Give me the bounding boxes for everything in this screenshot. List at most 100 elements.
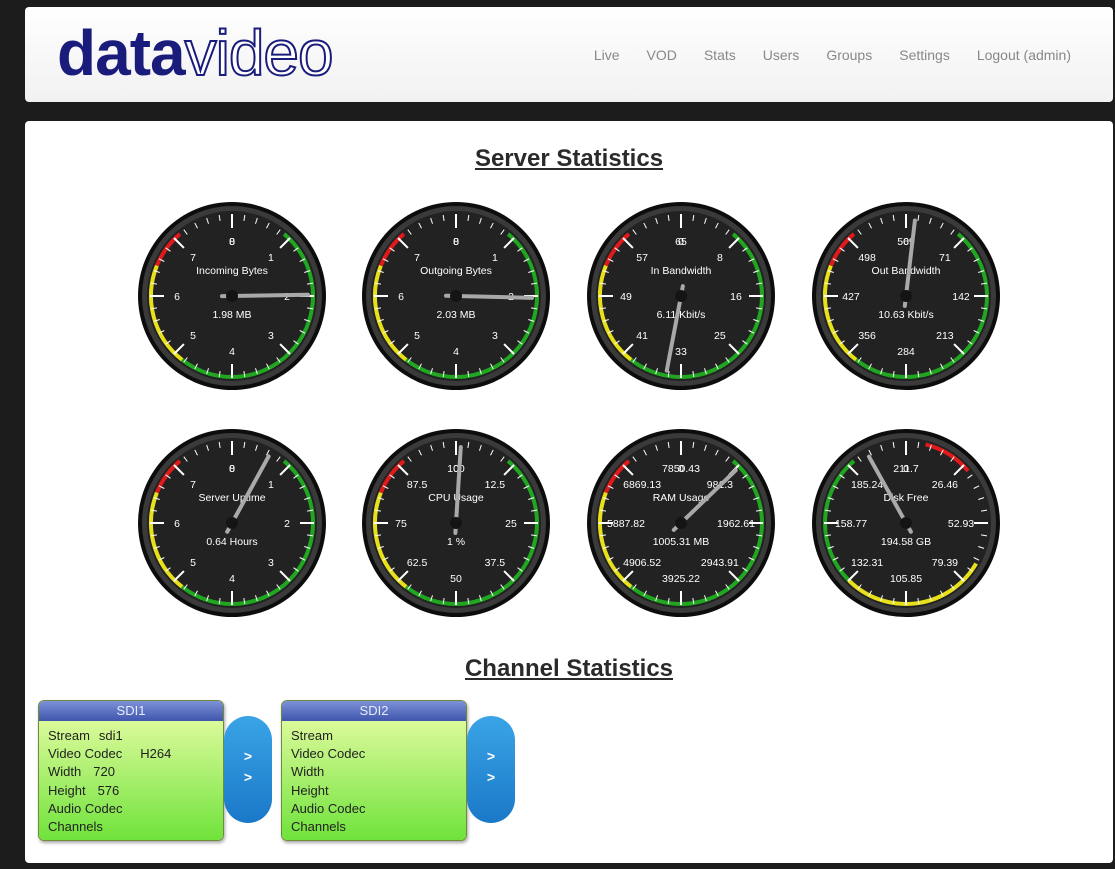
gauge-tick-label: 16	[730, 291, 742, 303]
gauge-value: 2.03 MB	[436, 309, 475, 321]
nav-settings[interactable]: Settings	[899, 47, 950, 63]
row-channels: Channels	[291, 819, 346, 835]
row-video-codec: Video Codec H264	[48, 746, 172, 762]
gauge-tick-label: 6	[174, 518, 180, 530]
gauge-value: 10.63 Kbit/s	[878, 309, 933, 321]
gauge-hub	[226, 517, 238, 529]
gauge-tick-label: 3	[492, 330, 498, 342]
row-channels: Channels	[48, 819, 103, 835]
channel-card-sdi2: SDI2 Stream Video Codec Width Height Aud…	[281, 700, 467, 841]
nav-vod[interactable]: VOD	[647, 47, 677, 63]
row-stream: Stream sdi1	[48, 728, 123, 743]
gauge-tick-label: 65	[675, 236, 687, 248]
gauge-value: 0.64 Hours	[206, 536, 257, 548]
row-height: Height	[291, 782, 329, 798]
gauge-tick-label: 7	[190, 252, 196, 264]
gauge-tick-label: 3	[268, 330, 274, 342]
gauge-value: 1.98 MB	[212, 309, 251, 321]
gauge-value: 6.11 Kbit/s	[657, 309, 706, 321]
gauge-tick-label: 8	[453, 236, 459, 248]
gauge-hub	[675, 517, 687, 529]
gauge-tick-label: 12.5	[485, 479, 506, 491]
gauge-tick-label: 4	[453, 346, 459, 358]
gauge-in-bandwidth: 0 8 16 25 33 41 49 57 65 In Bandwidth 6.11 Kbit/s	[585, 200, 777, 392]
row-stream: Stream	[291, 728, 333, 743]
gauge-tick-label: 75	[395, 518, 407, 530]
gauge-value: 194.58 GB	[881, 536, 931, 548]
gauge-tick-label: 52.93	[948, 518, 974, 530]
top-navbar: datavideo Live VOD Stats Users Groups Se…	[25, 7, 1113, 102]
gauge-tick-label: 6869.13	[623, 479, 661, 491]
datavideo-logo[interactable]: datavideo	[57, 16, 335, 90]
row-height: Height 576	[48, 782, 120, 798]
nav-logout[interactable]: Logout (admin)	[977, 47, 1071, 63]
gauge-hub	[450, 290, 462, 302]
gauge-tick-label: 427	[842, 291, 860, 303]
nav-stats[interactable]: Stats	[704, 47, 736, 63]
gauge-tick-label: 4906.52	[623, 557, 661, 569]
gauge-ram-usage: 0981.31962.612943.913925.224906.525887.8…	[585, 427, 777, 619]
gauge-tick-label: 26.46	[932, 479, 958, 491]
channel-sdi1-expand-button[interactable]: > >	[224, 716, 272, 823]
gauge-tick-label: 1	[492, 252, 498, 264]
gauge-value: 1 %	[447, 536, 465, 548]
nav-groups[interactable]: Groups	[826, 47, 872, 63]
nav-links: Live VOD Stats Users Groups Settings Log…	[567, 47, 1071, 63]
gauge-tick-label: 356	[858, 330, 876, 342]
gauge-tick-label: 142	[952, 291, 970, 303]
channel-info: Stream sdi1 Video Codec H264 Width 720 Heig…	[39, 721, 223, 840]
gauge-tick-label: 211.7	[893, 463, 919, 475]
channel-statistics-title: Channel Statistics	[464, 655, 674, 682]
gauge-tick-label: 4	[229, 346, 235, 358]
gauge-title: Server Uptime	[198, 492, 265, 504]
gauge-server-uptime: 0 1 2 3 4 5 6 7 8 Server Uptime 0.64 Hours	[136, 427, 328, 619]
gauge-tick-label: 62.5	[407, 557, 428, 569]
gauge-tick-label: 50	[450, 573, 462, 585]
gauge-out-bandwidth: 0 71 142 213 284 356 427 498 569 Out Bandwidth 10.…	[810, 200, 1002, 392]
gauge-tick-label: 284	[897, 346, 915, 358]
gauge-tick-label: 49	[620, 291, 632, 303]
gauge-tick-label: 3	[268, 557, 274, 569]
gauge-tick-label: 158.77	[835, 518, 867, 530]
gauge-tick-label: 1	[268, 252, 274, 264]
gauge-tick-label: 37.5	[485, 557, 506, 569]
gauge-title: Outgoing Bytes	[420, 265, 492, 277]
gauge-tick-label: 1	[268, 479, 274, 491]
gauge-tick-label: 6	[398, 291, 404, 303]
gauge-tick-label: 71	[939, 252, 951, 264]
gauge-tick-label: 5	[190, 557, 196, 569]
channel-name: SDI1	[39, 701, 223, 721]
gauge-tick-label: 41	[636, 330, 648, 342]
gauge-title: In Bandwidth	[651, 265, 712, 277]
gauge-tick-label: 57	[636, 252, 648, 264]
gauge-title: Incoming Bytes	[196, 265, 268, 277]
gauge-value: 1005.31 MB	[653, 536, 710, 548]
gauge-tick-label: 6	[174, 291, 180, 303]
gauge-tick-label: 105.85	[890, 573, 922, 585]
gauge-tick-label: 2943.91	[701, 557, 739, 569]
gauge-tick-label: 4	[229, 573, 235, 585]
gauge-tick-label: 79.39	[932, 557, 958, 569]
nav-users[interactable]: Users	[763, 47, 800, 63]
gauge-tick-label: 25	[714, 330, 726, 342]
nav-live[interactable]: Live	[594, 47, 620, 63]
gauge-hub	[675, 290, 687, 302]
gauge-tick-label: 8	[229, 236, 235, 248]
channel-info: Stream Video Codec Width Height Audio Co…	[282, 721, 466, 840]
gauge-tick-label: 87.5	[407, 479, 428, 491]
gauge-tick-label: 7	[414, 252, 420, 264]
gauge-tick-label: 8	[717, 252, 723, 264]
gauge-hub	[900, 290, 912, 302]
gauge-tick-label: 1962.61	[717, 518, 755, 530]
gauge-hub	[900, 517, 912, 529]
gauge-tick-label: 3925.22	[662, 573, 700, 585]
gauge-tick-label: 213	[936, 330, 954, 342]
gauge-tick-label: 5	[414, 330, 420, 342]
gauge-outgoing-bytes: 012345678Outgoing Bytes2.03 MB	[360, 200, 552, 392]
channel-sdi2-expand-button[interactable]: > >	[467, 716, 515, 823]
row-width: Width	[291, 764, 325, 780]
gauge-tick-label: 132.31	[851, 557, 883, 569]
gauge-tick-label: 7850.43	[662, 463, 700, 475]
gauge-hub	[450, 517, 462, 529]
row-width: Width 720	[48, 764, 115, 780]
